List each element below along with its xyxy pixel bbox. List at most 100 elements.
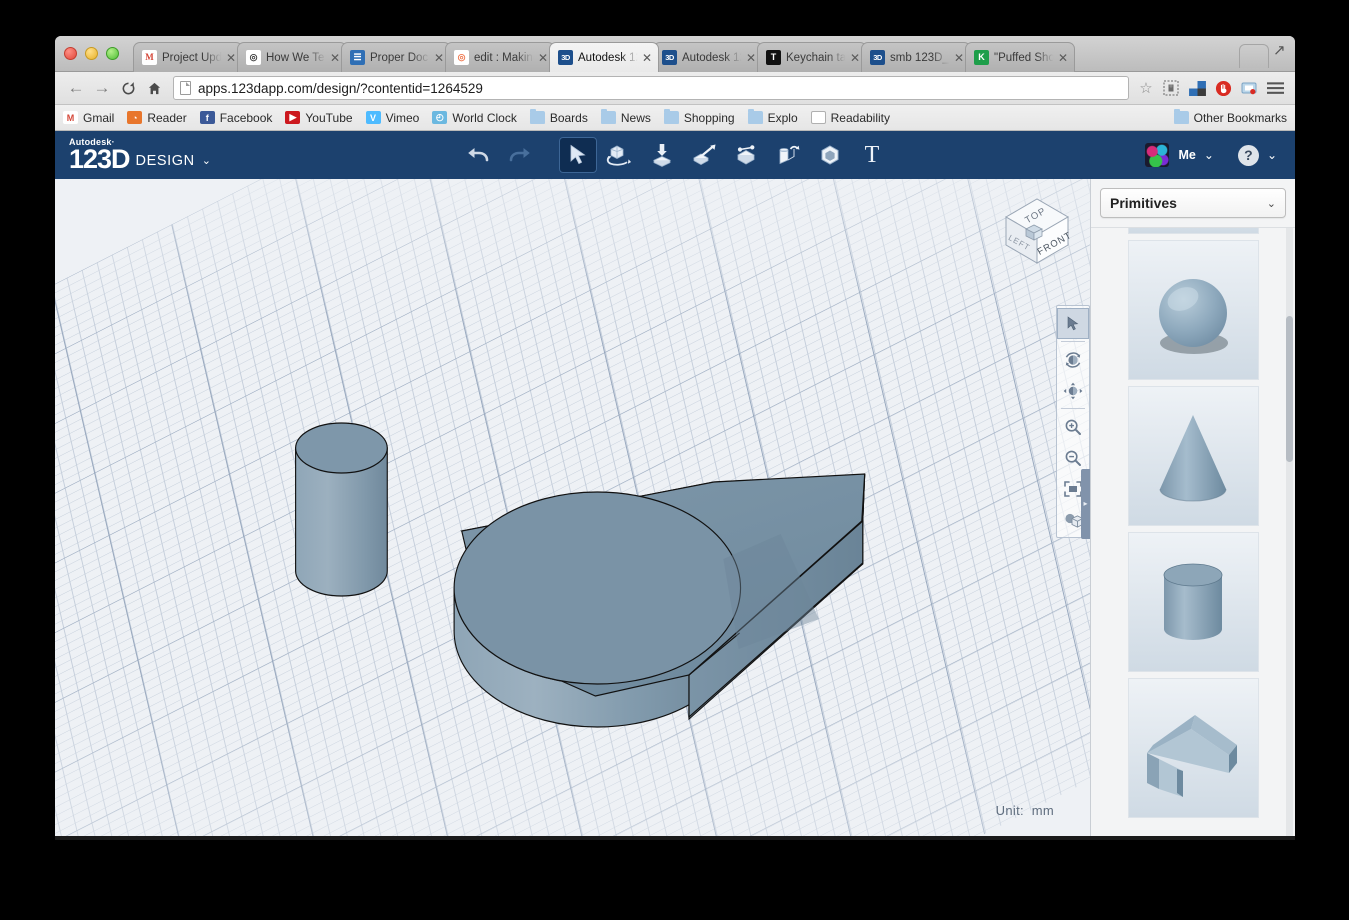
close-icon[interactable]: ✕ — [640, 51, 654, 65]
pattern-tool-button[interactable] — [769, 137, 807, 173]
primitives-list[interactable] — [1091, 227, 1295, 840]
help-icon[interactable]: ? — [1238, 145, 1259, 166]
close-icon[interactable]: ✕ — [536, 51, 550, 65]
browser-tab[interactable]: TKeychain tag✕ — [757, 42, 867, 72]
window-bottom-edge — [55, 836, 1295, 840]
browser-tab[interactable]: 3DAutodesk 12✕ — [653, 42, 763, 72]
undo-button[interactable] — [459, 137, 497, 173]
zoom-window-button[interactable] — [106, 47, 119, 60]
bookmark-item[interactable]: Boards — [530, 111, 588, 125]
primitive-cone[interactable] — [1128, 386, 1259, 526]
back-button[interactable]: ← — [63, 75, 89, 101]
bookmark-label: Explo — [768, 111, 798, 125]
bookmark-item[interactable]: VVimeo — [366, 111, 420, 125]
text-tool-button[interactable]: T — [853, 137, 891, 173]
account-chevron-down-icon[interactable]: ⌄ — [1204, 148, 1214, 162]
bookmark-item[interactable]: M Gmail — [63, 111, 114, 125]
address-bar[interactable]: apps.123dapp.com/design/?contentid=12645… — [173, 76, 1129, 100]
primitive-wedge[interactable] — [1128, 678, 1259, 818]
close-icon[interactable]: ✕ — [1056, 51, 1070, 65]
bookmark-star-icon[interactable]: ☆ — [1135, 79, 1157, 97]
select-nav-tool[interactable] — [1057, 308, 1089, 339]
transform-tool-button[interactable] — [601, 137, 639, 173]
grouping-tool-button[interactable] — [811, 137, 849, 173]
panel-collapse-handle[interactable]: ▸ — [1081, 469, 1090, 539]
new-tab-button[interactable] — [1239, 44, 1269, 68]
bookmark-label: World Clock — [452, 111, 516, 125]
primitive-box[interactable] — [1128, 227, 1259, 234]
close-icon[interactable]: ✕ — [848, 51, 862, 65]
close-icon[interactable]: ✕ — [952, 51, 966, 65]
primitives-tool-button[interactable] — [643, 137, 681, 173]
bookmark-item[interactable]: ▶YouTube — [285, 111, 352, 125]
bookmark-item[interactable]: Shopping — [664, 111, 735, 125]
bookmark-item[interactable]: ◴World Clock — [432, 111, 516, 125]
other-bookmarks-label: Other Bookmarks — [1194, 111, 1287, 125]
orbit-nav-tool[interactable] — [1057, 344, 1089, 375]
bookmark-item[interactable]: News — [601, 111, 651, 125]
3d-canvas[interactable]: TOP FRONT LEFT — [55, 179, 1090, 840]
view-cube[interactable]: TOP FRONT LEFT — [994, 187, 1080, 273]
redo-button[interactable] — [501, 137, 539, 173]
bookmark-label: Gmail — [83, 111, 114, 125]
autodesk-123d-icon: 3D — [662, 50, 677, 65]
bookmark-item[interactable]: Readability — [811, 111, 890, 125]
3d-model-group[interactable] — [55, 179, 1090, 840]
gmail-icon: M — [63, 111, 78, 124]
model-solid[interactable] — [454, 474, 865, 727]
primitives-panel: Primitives ⌄ — [1090, 179, 1295, 840]
category-dropdown[interactable]: Primitives ⌄ — [1100, 188, 1286, 218]
browser-tab[interactable]: ◎edit : Making✕ — [445, 42, 555, 72]
other-bookmarks-folder[interactable]: Other Bookmarks — [1174, 111, 1287, 125]
app-logo[interactable]: Autodesk· 123D DESIGN ⌄ — [69, 138, 211, 172]
bookmark-item[interactable]: Explo — [748, 111, 798, 125]
youtube-icon: ▶ — [285, 111, 300, 124]
pan-nav-tool[interactable] — [1057, 375, 1089, 406]
adblock-icon[interactable] — [1211, 77, 1235, 99]
browser-tab[interactable]: MProject Upda✕ — [133, 42, 243, 72]
minimize-window-button[interactable] — [85, 47, 98, 60]
bookmark-item[interactable]: ◔Reader — [127, 111, 186, 125]
autodesk-123d-design-app: Autodesk· 123D DESIGN ⌄ — [55, 131, 1295, 840]
evernote-icon[interactable] — [1159, 77, 1183, 99]
close-icon[interactable]: ✕ — [328, 51, 342, 65]
browser-tab[interactable]: ☰Proper Docu✕ — [341, 42, 451, 72]
browser-tab[interactable]: ◎How We Test✕ — [237, 42, 347, 72]
pocket-icon[interactable] — [1237, 77, 1261, 99]
tab-title: Project Upda — [162, 52, 224, 64]
primitive-sphere[interactable] — [1128, 240, 1259, 380]
main-toolbar: T — [459, 137, 891, 173]
construct-tool-button[interactable] — [685, 137, 723, 173]
cylinder-small-solid[interactable] — [296, 423, 388, 596]
folder-icon — [1174, 111, 1189, 124]
browser-window: MProject Upda✕◎How We Test✕☰Proper Docu✕… — [55, 36, 1295, 840]
browser-tab[interactable]: 3Dsmb 123D_D✕ — [861, 42, 971, 72]
product-123d-label: 123D — [69, 147, 130, 172]
close-icon[interactable]: ✕ — [744, 51, 758, 65]
avatar[interactable] — [1145, 143, 1169, 167]
autodesk-123d-icon: 3D — [558, 50, 573, 65]
window-controls — [64, 47, 119, 60]
panel-scroll-thumb[interactable] — [1286, 316, 1293, 462]
fullscreen-icon[interactable]: ↗ — [1273, 44, 1289, 60]
home-button[interactable] — [141, 75, 167, 101]
primitive-cylinder[interactable] — [1128, 532, 1259, 672]
browser-tab[interactable]: K"Puffed Shog✕ — [965, 42, 1075, 72]
chevron-down-icon[interactable]: ⌄ — [202, 154, 211, 167]
tab-title: "Puffed Shog — [994, 52, 1056, 64]
chrome-menu-icon[interactable] — [1263, 77, 1287, 99]
help-chevron-down-icon[interactable]: ⌄ — [1267, 148, 1277, 162]
modify-tool-button[interactable] — [727, 137, 765, 173]
close-icon[interactable]: ✕ — [432, 51, 446, 65]
browser-tab[interactable]: 3DAutodesk 12✕ — [549, 42, 659, 72]
close-icon[interactable]: ✕ — [224, 51, 238, 65]
forward-button[interactable]: → — [89, 75, 115, 101]
colorzilla-icon[interactable] — [1185, 77, 1209, 99]
header-right: Me ⌄ ? ⌄ — [1145, 143, 1282, 167]
zoom-in-nav-tool[interactable] — [1057, 411, 1089, 442]
reload-button[interactable] — [115, 75, 141, 101]
select-tool-button[interactable] — [559, 137, 597, 173]
tab-strip: MProject Upda✕◎How We Test✕☰Proper Docu✕… — [55, 36, 1295, 72]
close-window-button[interactable] — [64, 47, 77, 60]
bookmark-item[interactable]: fFacebook — [200, 111, 273, 125]
